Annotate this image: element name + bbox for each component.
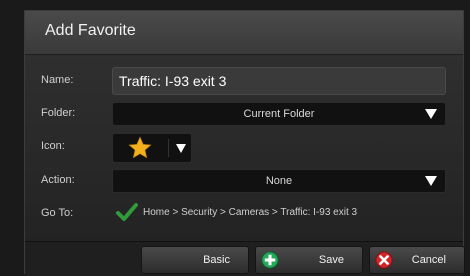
checkmark-icon <box>116 203 138 221</box>
action-row: Action: None <box>25 165 463 197</box>
name-row: Name: Traffic: I-93 exit 3 <box>25 65 463 97</box>
name-label: Name: <box>41 74 74 86</box>
basic-button-label: Basic <box>203 254 230 266</box>
picker-divider <box>168 139 169 157</box>
icon-picker[interactable] <box>112 133 192 163</box>
save-button[interactable]: Save <box>255 246 363 274</box>
icon-label: Icon: <box>41 140 65 152</box>
goto-row: Go To: Home > Security > Cameras > Traff… <box>25 198 463 230</box>
chevron-down-icon <box>425 176 437 186</box>
cancel-button[interactable]: Cancel <box>369 246 465 274</box>
folder-label: Folder: <box>41 107 76 119</box>
plus-icon <box>261 251 279 269</box>
cancel-button-label: Cancel <box>411 254 446 266</box>
chevron-down-icon <box>176 144 186 153</box>
icon-row: Icon: <box>25 131 463 163</box>
action-value: None <box>265 175 293 187</box>
folder-value: Current Folder <box>243 108 315 120</box>
add-favorite-dialog: Add Favorite Name: Traffic: I-93 exit 3 … <box>24 10 465 276</box>
dialog-footer: Basic Save Cancel <box>25 241 465 276</box>
goto-path[interactable]: Home > Security > Cameras > Traffic: I-9… <box>143 207 357 218</box>
action-select[interactable]: None <box>112 169 446 193</box>
goto-label: Go To: <box>41 207 74 219</box>
name-field[interactable]: Traffic: I-93 exit 3 <box>112 67 446 95</box>
folder-row: Folder: Current Folder <box>25 98 463 130</box>
name-value: Traffic: I-93 exit 3 <box>119 73 227 89</box>
action-label: Action: <box>41 174 75 186</box>
dialog-title: Add Favorite <box>45 22 136 39</box>
basic-button[interactable]: Basic <box>141 246 249 274</box>
chevron-down-icon <box>425 109 437 119</box>
star-icon <box>128 136 152 159</box>
folder-select[interactable]: Current Folder <box>112 102 446 126</box>
close-icon <box>375 251 393 269</box>
dialog-header: Add Favorite <box>25 11 463 55</box>
save-button-label: Save <box>318 254 344 266</box>
dialog-body: Name: Traffic: I-93 exit 3 Folder: Curre… <box>25 55 463 241</box>
